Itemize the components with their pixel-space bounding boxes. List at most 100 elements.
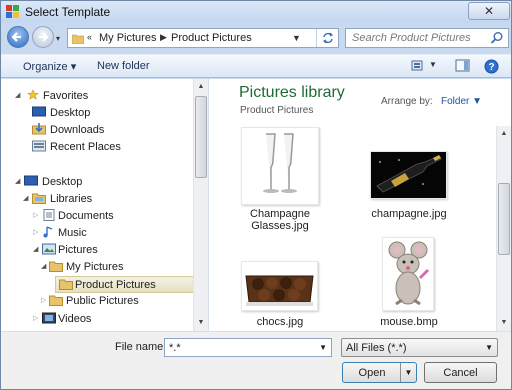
open-button[interactable]: Open ▼ [342, 362, 417, 383]
nav-music[interactable]: ▷ Music [33, 225, 203, 242]
back-button[interactable] [7, 26, 29, 48]
file-name-combobox[interactable]: *.* ▼ [164, 338, 332, 357]
scroll-up-arrow-icon[interactable]: ▲ [497, 126, 511, 141]
search-icon[interactable] [490, 31, 504, 45]
app-icon [6, 5, 19, 18]
arrange-by-label: Arrange by: [381, 96, 433, 107]
refresh-button[interactable] [316, 29, 338, 47]
breadcrumb-separator-icon[interactable]: ▶ [160, 32, 167, 43]
organize-menu[interactable]: Organize ▾ [23, 60, 76, 73]
dropdown-arrow-icon[interactable]: ▼ [485, 343, 493, 352]
folder-icon [72, 34, 84, 44]
nav-desktop[interactable]: ◢ Desktop [15, 174, 195, 191]
collapsed-triangle-icon[interactable]: ▷ [33, 211, 38, 219]
select-template-dialog: Select Template ✕ ▾ « My Pictures ▶ Prod… [0, 0, 512, 390]
champagne-bottle-image [371, 152, 446, 198]
expanded-triangle-icon[interactable]: ◢ [41, 262, 46, 270]
recent-pages-dropdown[interactable]: ▾ [56, 34, 60, 43]
address-bar[interactable]: « My Pictures ▶ Product Pictures ▼ [67, 28, 339, 48]
view-dropdown-icon[interactable]: ▼ [429, 60, 437, 69]
search-box[interactable]: Search Product Pictures [345, 28, 509, 48]
nav-documents[interactable]: ▷ Documents [33, 208, 203, 225]
cancel-button[interactable]: Cancel [424, 362, 497, 383]
nav-downloads[interactable]: Downloads [32, 122, 202, 139]
nav-pictures[interactable]: ◢ Pictures [33, 242, 203, 259]
pictures-icon [42, 243, 56, 255]
breadcrumb-product-pictures[interactable]: Product Pictures [171, 32, 252, 44]
downloads-icon [32, 123, 46, 135]
search-placeholder[interactable]: Search Product Pictures [352, 32, 471, 44]
file-thumbnail-mouse[interactable] [382, 237, 434, 311]
scroll-up-arrow-icon[interactable]: ▲ [194, 79, 208, 94]
content-area: ◢ Favorites Desktop Downloads Recent Pla… [1, 79, 511, 331]
collapsed-triangle-icon[interactable]: ▷ [41, 296, 46, 304]
scrollbar-thumb[interactable] [195, 96, 207, 178]
command-toolbar: Organize ▾ New folder ▼ ? [1, 54, 511, 78]
expanded-triangle-icon[interactable]: ◢ [23, 194, 28, 202]
star-icon [27, 89, 39, 100]
nav-my-pictures[interactable]: ◢ My Pictures [41, 259, 203, 276]
file-name-label: File name: [115, 341, 167, 353]
navigation-bar: ▾ « My Pictures ▶ Product Pictures ▼ Sea… [1, 23, 511, 53]
chocolates-image [245, 275, 314, 306]
address-overflow[interactable]: « [87, 32, 92, 42]
dropdown-arrow-icon[interactable]: ▼ [319, 343, 327, 352]
nav-favorites[interactable]: ◢ Favorites [15, 88, 195, 105]
nav-videos[interactable]: ▷ Videos [33, 311, 203, 328]
title-bar: Select Template ✕ [1, 1, 511, 23]
navigation-pane: ◢ Favorites Desktop Downloads Recent Pla… [1, 79, 209, 331]
scroll-down-arrow-icon[interactable]: ▼ [194, 315, 208, 330]
music-note-icon [43, 226, 53, 238]
nav-desktop-favorite[interactable]: Desktop [32, 105, 202, 122]
address-dropdown-icon[interactable]: ▼ [292, 33, 301, 43]
file-name-chocs[interactable]: chocs.jpg [230, 316, 330, 328]
file-name-value[interactable]: *.* [169, 342, 181, 354]
close-button[interactable]: ✕ [468, 2, 510, 20]
library-subtitle: Product Pictures [240, 105, 314, 116]
champagne-glasses-image [263, 133, 297, 193]
navigation-scrollbar[interactable]: ▲ ▼ [193, 79, 208, 331]
scrollbar-thumb[interactable] [498, 183, 510, 255]
preview-pane-icon[interactable] [455, 59, 471, 73]
desktop-icon [24, 175, 38, 186]
file-name-champagne[interactable]: champagne.jpg [359, 208, 459, 220]
folder-icon [49, 261, 63, 272]
help-icon[interactable]: ? [484, 59, 499, 74]
file-name-mouse[interactable]: mouse.bmp [359, 316, 459, 328]
folder-icon [49, 295, 63, 306]
file-list-scrollbar[interactable]: ▲ ▼ [496, 126, 511, 331]
documents-icon [43, 209, 55, 221]
collapsed-triangle-icon[interactable]: ▷ [33, 228, 38, 236]
open-split-dropdown-icon[interactable]: ▼ [400, 363, 416, 382]
file-name-champagne-glasses[interactable]: Champagne Glasses.jpg [230, 208, 330, 232]
new-folder-button[interactable]: New folder [97, 60, 150, 72]
expanded-triangle-icon[interactable]: ◢ [33, 245, 38, 253]
window-title: Select Template [25, 5, 111, 19]
change-view-icon[interactable] [411, 59, 427, 73]
expanded-triangle-icon[interactable]: ◢ [15, 177, 20, 185]
recent-places-icon [32, 140, 46, 152]
file-thumbnail-champagne[interactable] [370, 151, 447, 199]
file-type-value[interactable]: All Files (*.*) [346, 342, 407, 354]
expanded-triangle-icon[interactable]: ◢ [15, 91, 20, 99]
collapsed-triangle-icon[interactable]: ▷ [33, 314, 38, 322]
forward-arrow-icon [39, 32, 49, 42]
breadcrumb-my-pictures[interactable]: My Pictures [99, 32, 156, 44]
file-thumbnail-chocs[interactable] [241, 261, 318, 311]
refresh-icon [322, 32, 333, 44]
scroll-down-arrow-icon[interactable]: ▼ [497, 315, 511, 330]
nav-public-pictures[interactable]: ▷ Public Pictures [41, 293, 203, 310]
file-type-select[interactable]: All Files (*.*) ▼ [341, 338, 498, 357]
nav-recent-places[interactable]: Recent Places [32, 139, 202, 156]
forward-button[interactable] [32, 26, 54, 48]
file-list-pane: Pictures library Product Pictures Arrang… [210, 79, 511, 331]
file-thumbnail-champagne-glasses[interactable] [241, 127, 319, 205]
toy-mouse-image [388, 241, 430, 306]
nav-product-pictures[interactable]: Product Pictures [55, 276, 208, 293]
dialog-footer: File name: *.* ▼ All Files (*.*) ▼ Open … [1, 331, 511, 389]
nav-libraries[interactable]: ◢ Libraries [23, 191, 203, 208]
desktop-icon [32, 106, 46, 117]
library-title: Pictures library [239, 84, 345, 101]
videos-icon [42, 312, 56, 324]
arrange-by-dropdown[interactable]: Folder ▼ [441, 96, 482, 107]
